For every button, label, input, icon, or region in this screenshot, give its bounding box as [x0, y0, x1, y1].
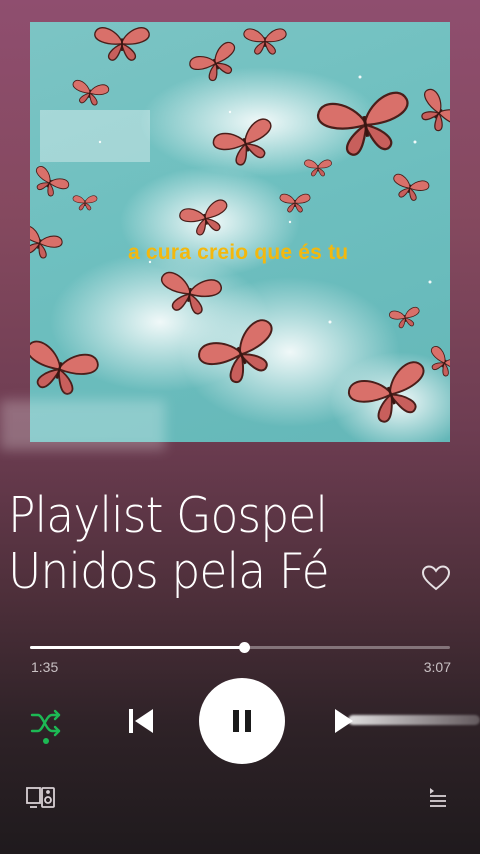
track-title: Playlist Gospel Unidos pela Fé [8, 488, 418, 600]
album-overlay-text: a cura creio que és tu [128, 241, 349, 264]
shuffle-icon [30, 709, 61, 737]
skip-previous-icon [129, 709, 153, 733]
queue-icon [430, 788, 446, 807]
blur-smudge [0, 400, 165, 450]
queue-button[interactable] [426, 786, 450, 810]
previous-button[interactable] [122, 702, 160, 740]
skip-next-icon [335, 709, 353, 733]
heart-outline-icon [421, 565, 451, 591]
playback-progress-bar[interactable] [30, 641, 450, 653]
motion-smear [348, 715, 480, 725]
elapsed-time: 1:35 [31, 659, 59, 675]
album-art-scene [30, 26, 450, 442]
connect-devices-button[interactable] [26, 785, 56, 811]
shuffle-active-indicator [43, 738, 49, 744]
pause-icon [233, 710, 251, 732]
progress-fill [30, 646, 245, 649]
connect-devices-icon [26, 787, 55, 808]
shuffle-button[interactable] [28, 705, 64, 741]
progress-knob[interactable] [239, 642, 251, 653]
pause-button[interactable] [199, 678, 285, 764]
next-button[interactable] [326, 702, 364, 740]
track-title-line-1: Playlist Gospel [8, 487, 328, 544]
album-artwork: a cura creio que és tu [30, 22, 450, 442]
total-time: 3:07 [423, 659, 451, 675]
like-button[interactable] [420, 562, 452, 594]
track-title-line-2: Unidos pela Fé [8, 543, 330, 600]
